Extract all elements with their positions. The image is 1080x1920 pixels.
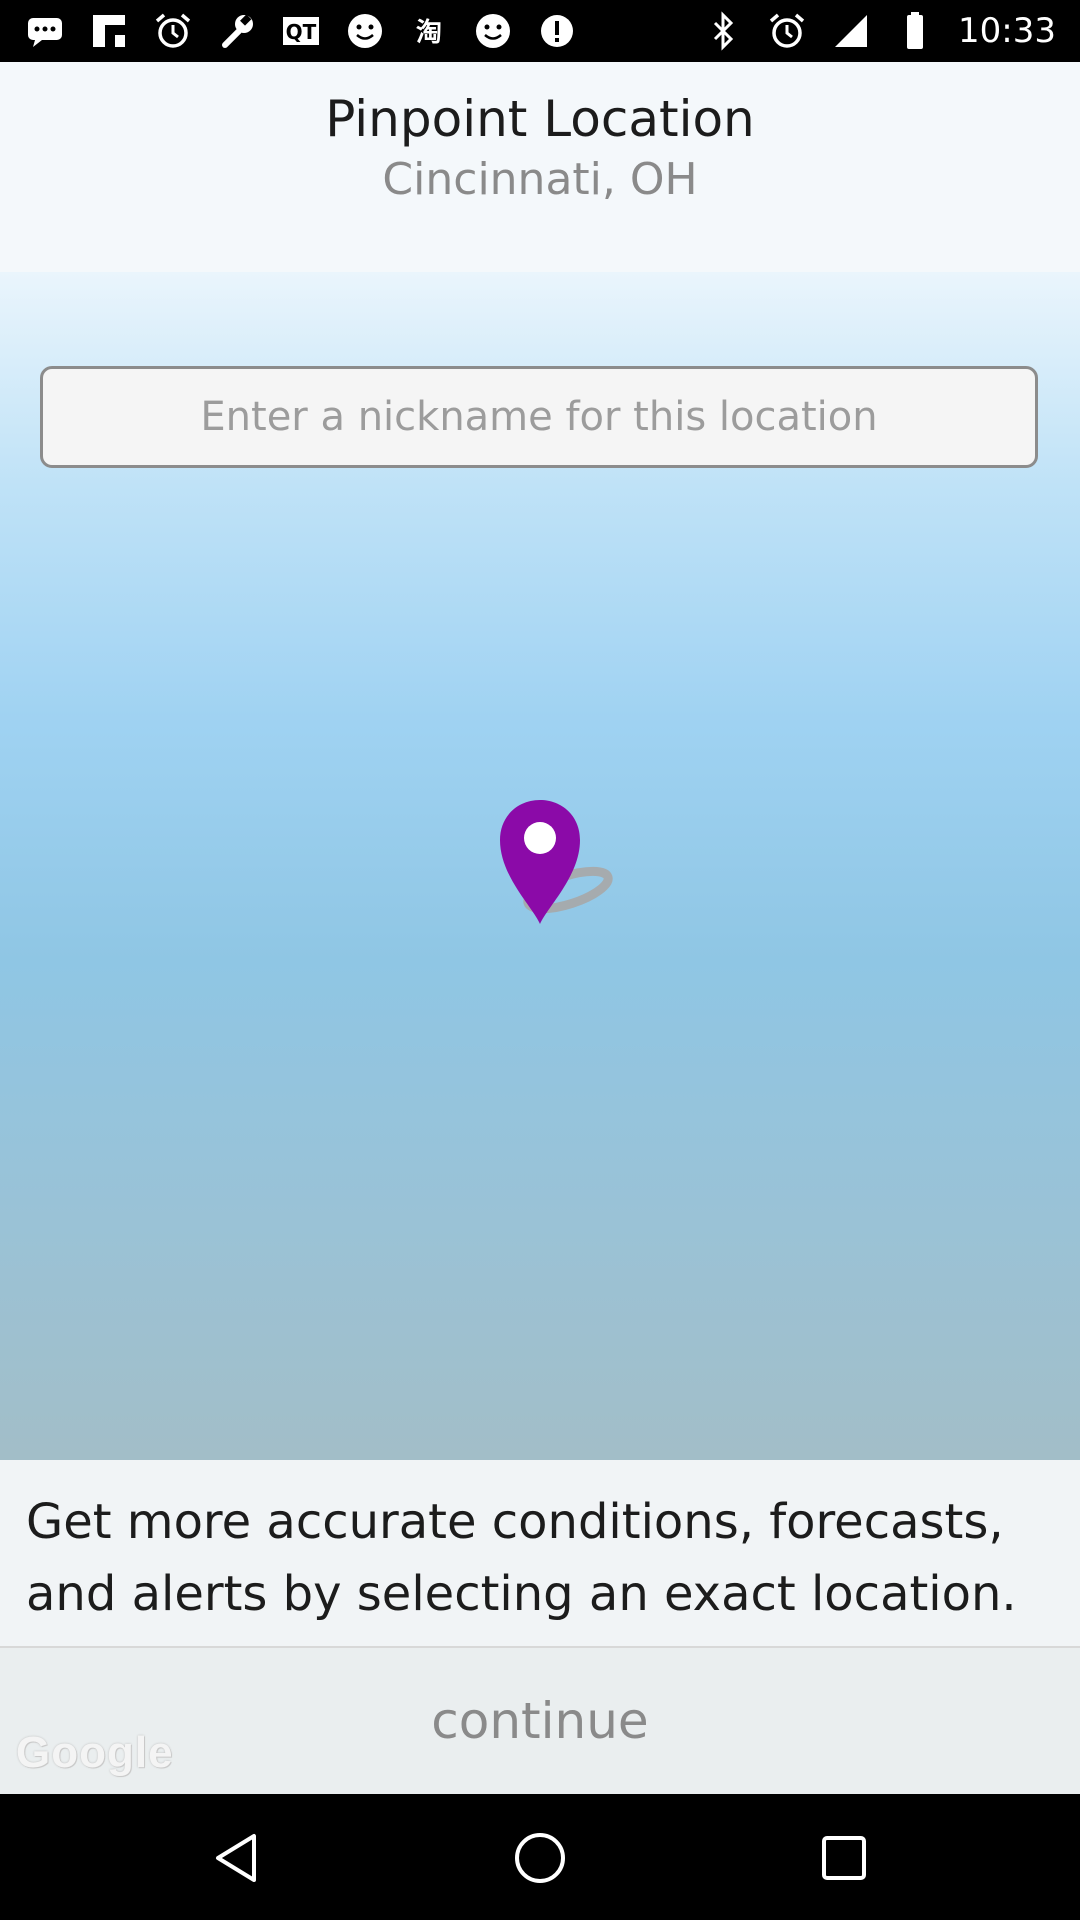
translate-icon: 淘 <box>408 10 450 52</box>
flipboard-icon <box>88 10 130 52</box>
location-subtitle: Cincinnati, OH <box>382 154 698 205</box>
svg-text:淘: 淘 <box>416 18 442 48</box>
navigation-bar <box>0 1794 1080 1920</box>
map-view[interactable] <box>0 272 1080 1460</box>
messages-icon <box>24 10 66 52</box>
wrench-icon <box>216 10 258 52</box>
header: Pinpoint Location Cincinnati, OH <box>0 62 1080 272</box>
info-icon <box>536 10 578 52</box>
google-logo: Google <box>16 1728 174 1777</box>
continue-bar: continue Google <box>0 1648 1080 1794</box>
info-text: Get more accurate conditions, forecasts,… <box>26 1494 1017 1622</box>
system-icons: 10:33 <box>702 0 1056 62</box>
status-time: 10:33 <box>958 11 1056 51</box>
screen: QT 淘 10:33 Pinpoint Location Cincinnati,… <box>0 0 1080 1920</box>
alarm-icon <box>766 10 808 52</box>
alarm-icon <box>152 10 194 52</box>
back-icon[interactable] <box>210 1830 266 1886</box>
qt-icon: QT <box>280 10 322 52</box>
nickname-input[interactable] <box>40 366 1038 468</box>
recents-icon[interactable] <box>816 1830 872 1886</box>
smiley-icon <box>344 10 386 52</box>
location-pin-icon[interactable] <box>498 798 628 928</box>
bluetooth-icon <box>702 10 744 52</box>
page-title: Pinpoint Location <box>325 90 755 148</box>
info-panel: Get more accurate conditions, forecasts,… <box>0 1460 1080 1648</box>
smiley-icon <box>472 10 514 52</box>
notification-icons: QT 淘 <box>24 0 578 62</box>
battery-icon <box>894 10 936 52</box>
svg-text:QT: QT <box>286 20 317 44</box>
home-icon[interactable] <box>512 1830 568 1886</box>
status-bar: QT 淘 10:33 <box>0 0 1080 62</box>
signal-icon <box>830 10 872 52</box>
